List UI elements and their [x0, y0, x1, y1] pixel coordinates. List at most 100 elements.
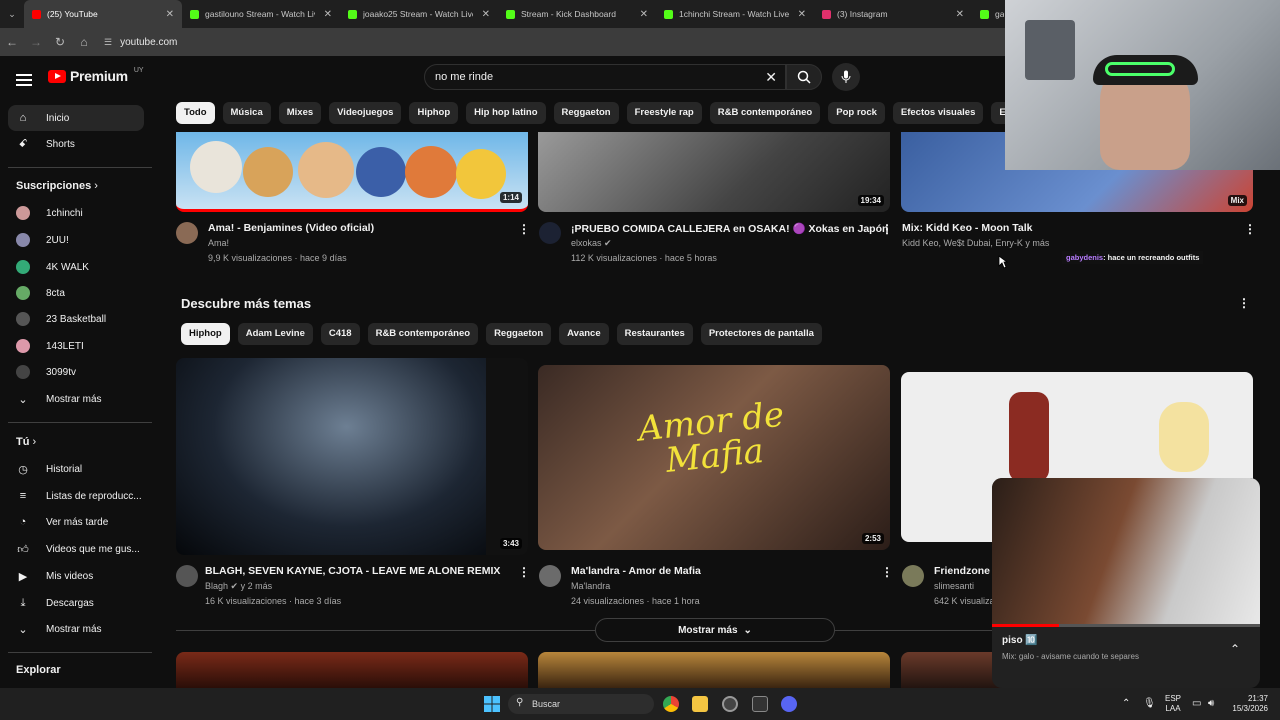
progress-bar[interactable] — [992, 624, 1260, 627]
close-tab-icon[interactable]: ✕ — [166, 9, 174, 20]
clear-search-icon[interactable]: ✕ — [765, 69, 777, 86]
sidebar-item-shorts[interactable]: ꗃ Shorts — [8, 131, 144, 157]
chip[interactable]: Mixes — [278, 102, 322, 124]
video-thumbnail[interactable]: Amor de Mafia 2:53 — [538, 365, 890, 550]
search-button[interactable] — [786, 64, 822, 90]
browser-tab[interactable]: Stream - Kick Dashboard ✕ — [498, 0, 656, 28]
chip[interactable]: Reggaeton — [553, 102, 619, 124]
subscriptions-heading[interactable]: Suscripciones › — [16, 180, 98, 192]
channel-avatar[interactable] — [902, 565, 924, 587]
file-explorer-icon[interactable] — [692, 696, 708, 712]
sidebar-item-subscription[interactable]: 23 Basketball — [8, 306, 144, 332]
browser-tab[interactable]: 1chinchi Stream - Watch Live o ✕ — [656, 0, 814, 28]
chip[interactable]: Música — [222, 102, 271, 124]
tab-list-icon[interactable]: ⌄ — [0, 9, 24, 20]
video-thumbnail[interactable] — [176, 652, 528, 688]
menu-icon[interactable] — [16, 71, 32, 89]
sidebar-item-subscription[interactable]: 2UU! — [8, 227, 144, 253]
windows-start-icon[interactable] — [484, 696, 500, 712]
sidebar-item-history[interactable]: ◷ Historial — [8, 456, 144, 482]
sidebar-item-liked[interactable]: 👍︎ Videos que me gus... — [8, 536, 144, 562]
sidebar-item-subscription[interactable]: 8cta — [8, 280, 144, 306]
chevron-up-icon[interactable]: ⌃ — [1230, 642, 1240, 656]
sidebar-item-subscription[interactable]: 3099tv — [8, 359, 144, 385]
video-thumbnail[interactable]: 3:43 — [176, 358, 528, 555]
sidebar-item-show-more[interactable]: ⌄ Mostrar más — [8, 386, 144, 412]
close-tab-icon[interactable]: ✕ — [956, 9, 964, 20]
miniplayer-video[interactable] — [992, 478, 1260, 624]
sidebar-item-subscription[interactable]: 143LETI — [8, 333, 144, 359]
chip[interactable]: Restaurantes — [616, 323, 693, 345]
volume-icon[interactable]: 🔊︎ — [1208, 698, 1214, 709]
reload-icon[interactable]: ↻ — [48, 35, 72, 49]
section-options-icon[interactable]: ⋮ — [1238, 296, 1250, 310]
more-options-icon[interactable]: ⋮ — [518, 222, 530, 236]
video-title[interactable]: Friendzone : — [934, 565, 996, 577]
you-heading[interactable]: Tú › — [16, 436, 36, 448]
sidebar-item-subscription[interactable]: 4K WALK — [8, 254, 144, 280]
channel-avatar[interactable] — [539, 565, 561, 587]
chip[interactable]: Hiphop — [409, 102, 459, 124]
browser-tab[interactable]: (3) Instagram ✕ — [814, 0, 972, 28]
chip[interactable]: Efectos visuales — [892, 102, 984, 124]
chip[interactable]: Adam Levine — [237, 323, 313, 345]
video-thumbnail[interactable] — [538, 652, 890, 688]
chip[interactable]: Hip hop latino — [466, 102, 546, 124]
more-options-icon[interactable]: ⋮ — [881, 222, 893, 236]
video-title[interactable]: Ama! - Benjamines (Video oficial) — [208, 222, 374, 234]
back-icon[interactable]: ← — [0, 35, 24, 49]
chrome-icon[interactable] — [663, 696, 679, 712]
chip[interactable]: Pop rock — [828, 102, 885, 124]
channel-name[interactable]: Ama! — [208, 238, 229, 248]
video-thumbnail[interactable]: 19:34 — [538, 132, 890, 212]
chip[interactable]: Protectores de pantalla — [700, 323, 822, 345]
chip[interactable]: Reggaeton — [486, 323, 552, 345]
sidebar-item-playlists[interactable]: ≡ Listas de reproducc... — [8, 483, 144, 509]
browser-tab[interactable]: (25) YouTube ✕ — [24, 0, 182, 28]
url-field[interactable]: ☰ youtube.com — [104, 37, 177, 48]
more-options-icon[interactable]: ⋮ — [518, 565, 530, 579]
app-icon[interactable] — [752, 696, 768, 712]
channel-avatar[interactable] — [539, 222, 561, 244]
sidebar-item-home[interactable]: ⌂ Inicio — [8, 105, 144, 131]
sidebar-item-show-more[interactable]: ⌄ Mostrar más — [8, 616, 144, 642]
chip[interactable]: Avance — [559, 323, 609, 345]
search-input[interactable]: no me rinde ✕ — [424, 64, 786, 90]
channel-avatar[interactable] — [176, 565, 198, 587]
chip[interactable]: Todo — [176, 102, 215, 124]
show-more-button[interactable]: Mostrar más ⌄ — [595, 618, 835, 642]
forward-icon[interactable]: → — [24, 35, 48, 49]
close-tab-icon[interactable]: ✕ — [324, 9, 332, 20]
chip[interactable]: R&B contemporáneo — [367, 323, 479, 345]
discord-icon[interactable] — [781, 696, 797, 712]
chip[interactable]: Videojuegos — [329, 102, 402, 124]
close-tab-icon[interactable]: ✕ — [640, 9, 648, 20]
sidebar-item-subscription[interactable]: 1chinchi — [8, 200, 144, 226]
clock[interactable]: 21:37 15/3/2026 — [1226, 694, 1268, 714]
close-tab-icon[interactable]: ✕ — [482, 9, 490, 20]
browser-tab[interactable]: gastilouno Stream - Watch Live ✕ — [182, 0, 340, 28]
microphone-icon[interactable]: 🎙︎ — [1143, 698, 1156, 709]
video-title[interactable]: ¡PRUEBO COMIDA CALLEJERA en OSAKA! 🟣 Xok… — [571, 222, 888, 235]
site-info-icon[interactable]: ☰ — [104, 37, 112, 48]
more-options-icon[interactable]: ⋮ — [881, 565, 893, 579]
sidebar-item-watch-later[interactable]: ◔ Ver más tarde — [8, 509, 144, 535]
video-thumbnail[interactable] — [901, 652, 1001, 688]
chip[interactable]: R&B contemporáneo — [709, 102, 821, 124]
miniplayer[interactable]: piso 🔟 Mix: galo - avisame cuando te sep… — [992, 478, 1260, 688]
taskbar-search[interactable]: ⚲ Buscar — [508, 694, 654, 714]
channel-name[interactable]: slimesanti — [934, 581, 974, 591]
network-icon[interactable]: ▭ — [1192, 698, 1201, 709]
video-title[interactable]: BLAGH, SEVEN KAYNE, CJOTA - LEAVE ME ALO… — [205, 565, 500, 577]
chip[interactable]: Freestyle rap — [626, 102, 702, 124]
channel-name[interactable]: Blagh ✔ y 2 más — [205, 581, 272, 592]
language-indicator[interactable]: ESP LAA — [1165, 694, 1181, 714]
chip[interactable]: Hiphop — [181, 323, 230, 345]
chevron-up-icon[interactable]: ⌃ — [1122, 698, 1130, 709]
browser-tab[interactable]: joaako25 Stream - Watch Live ✕ — [340, 0, 498, 28]
channel-name[interactable]: Ma'landra — [571, 581, 610, 591]
channel-name[interactable]: elxokas ✔ — [571, 238, 612, 249]
sidebar-item-my-videos[interactable]: ▶ Mis videos — [8, 563, 144, 589]
video-title[interactable]: Mix: Kidd Keo - Moon Talk — [902, 222, 1032, 234]
sidebar-item-downloads[interactable]: ⤓ Descargas — [8, 590, 144, 616]
